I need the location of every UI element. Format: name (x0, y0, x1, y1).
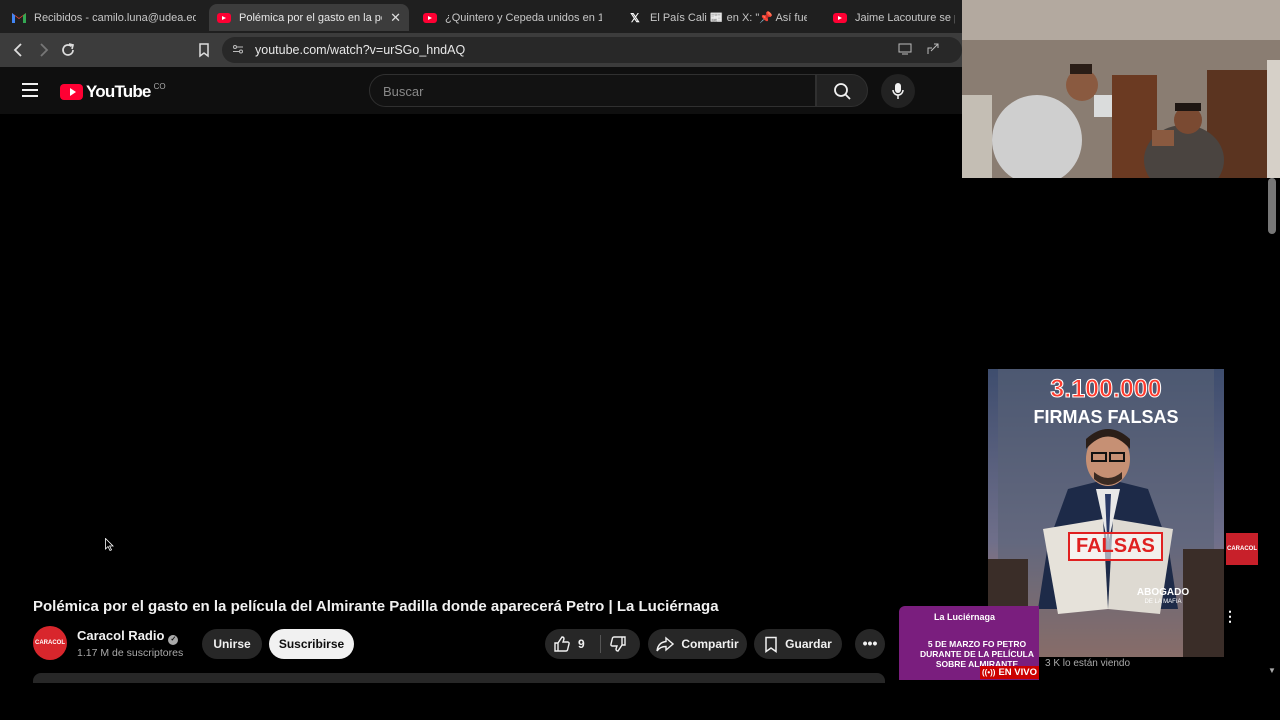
like-dislike-group: 9 (545, 629, 640, 659)
x-icon: 𝕏 (630, 10, 640, 25)
avatar-text: CARACOL (35, 640, 65, 646)
save-label: Guardar (785, 637, 832, 651)
tab-label: Recibidos - camilo.luna@udea.edu.co (34, 11, 196, 24)
poster-headline: FIRMAS FALSAS (1033, 407, 1179, 427)
badge-text: CARACOL (1227, 546, 1257, 552)
gmail-icon (12, 12, 26, 23)
tab-x[interactable]: 𝕏 El País Cali 📰 en X: "📌 Así fue com (620, 4, 815, 31)
tab-label: El País Cali 📰 en X: "📌 Así fue com (650, 12, 807, 24)
share-arrow-icon (656, 636, 675, 652)
live-badge: ((•)) EN VIVO (980, 666, 1039, 679)
cast-icon[interactable] (898, 43, 912, 58)
poster-number: 3.100.000 (1050, 375, 1162, 404)
scroll-down-arrow-icon[interactable]: ▼ (1268, 666, 1276, 675)
thumbnail-text: 5 DE MARZO FO PETRO DURANTE DE LA PELÍCU… (920, 639, 1034, 669)
share-label: Compartir (681, 637, 739, 651)
close-icon[interactable]: ✕ (390, 10, 401, 26)
live-label: EN VIVO (998, 667, 1037, 678)
more-options-icon[interactable]: ⋮ (1223, 608, 1237, 625)
bookmark-icon[interactable] (195, 41, 213, 59)
live-icon: ((•)) (981, 668, 996, 677)
tab-label: Jaime Lacouture se pronu (855, 11, 955, 24)
video-player[interactable] (0, 114, 962, 586)
join-button[interactable]: Unirse (202, 629, 262, 659)
channel-name-text: Caracol Radio (77, 628, 165, 643)
viewers-count: 3 K lo están viendo (1045, 658, 1131, 669)
search-input[interactable]: Buscar (369, 74, 816, 107)
video-title: Polémica por el gasto en la película del… (33, 598, 719, 615)
tab-youtube[interactable]: ¿Quintero y Cepeda unidos en 1° vue (415, 4, 610, 31)
webcam-overlay (962, 0, 1280, 178)
ellipsis-icon: ••• (862, 635, 878, 651)
description-box[interactable] (33, 673, 885, 683)
save-button[interactable]: Guardar (754, 629, 842, 659)
logo-text: YouTube (86, 82, 151, 101)
youtube-icon (833, 12, 847, 23)
site-settings-icon[interactable] (232, 43, 244, 58)
like-count: 9 (578, 637, 585, 651)
youtube-icon (423, 12, 437, 23)
search-icon (834, 83, 851, 100)
tab-gmail[interactable]: Recibidos - camilo.luna@udea.edu.co (4, 4, 204, 31)
channel-name[interactable]: Caracol Radio ✓ (77, 628, 179, 645)
join-label: Unirse (213, 637, 251, 651)
search-button[interactable] (816, 74, 868, 107)
search-placeholder: Buscar (383, 84, 424, 99)
youtube-icon (217, 12, 231, 23)
channel-avatar[interactable]: CARACOL (33, 626, 67, 660)
thumbnail-logo: La Luciérnaga (934, 612, 996, 622)
subscriber-count: 1.17 M de suscriptores (77, 647, 184, 659)
poster-stamp: FALSAS (1068, 532, 1163, 561)
tab-label: ¿Quintero y Cepeda unidos en 1° vue (445, 11, 602, 24)
tab-youtube-active[interactable]: Polémica por el gasto en la película ✕ (209, 4, 409, 31)
caracol-logo: CARACOL (1226, 533, 1258, 565)
back-icon[interactable] (10, 41, 28, 59)
poster-subcaption: DE LA MAFIA (1144, 599, 1182, 605)
subscribe-button[interactable]: Suscribirse (269, 629, 354, 659)
subscribe-label: Suscribirse (278, 637, 345, 651)
reload-icon[interactable] (59, 41, 77, 59)
more-actions-button[interactable]: ••• (855, 629, 885, 659)
share-button[interactable]: Compartir (648, 629, 747, 659)
youtube-play-icon (60, 84, 83, 100)
address-bar[interactable]: youtube.com/watch?v=urSGo_hndAQ (222, 37, 962, 63)
poster-caption: ABOGADO (1136, 587, 1190, 598)
like-icon[interactable] (553, 635, 571, 653)
country-code: CO (153, 81, 166, 91)
share-icon[interactable] (926, 43, 940, 58)
youtube-logo[interactable]: YouTube CO (60, 82, 166, 102)
tab-label: Polémica por el gasto en la película (239, 11, 382, 24)
forward-icon[interactable] (34, 41, 52, 59)
divider (600, 635, 601, 653)
verified-icon: ✓ (168, 635, 179, 645)
tab-youtube[interactable]: Jaime Lacouture se pronu (825, 4, 963, 31)
voice-search-button[interactable] (881, 74, 915, 108)
url-text: youtube.com/watch?v=urSGo_hndAQ (255, 43, 466, 57)
mouse-cursor-icon (105, 538, 114, 551)
dislike-icon[interactable] (609, 635, 627, 653)
scrollbar-thumb[interactable] (1268, 178, 1276, 234)
microphone-icon (892, 83, 904, 99)
menu-icon[interactable] (22, 83, 38, 97)
save-icon (765, 636, 777, 653)
